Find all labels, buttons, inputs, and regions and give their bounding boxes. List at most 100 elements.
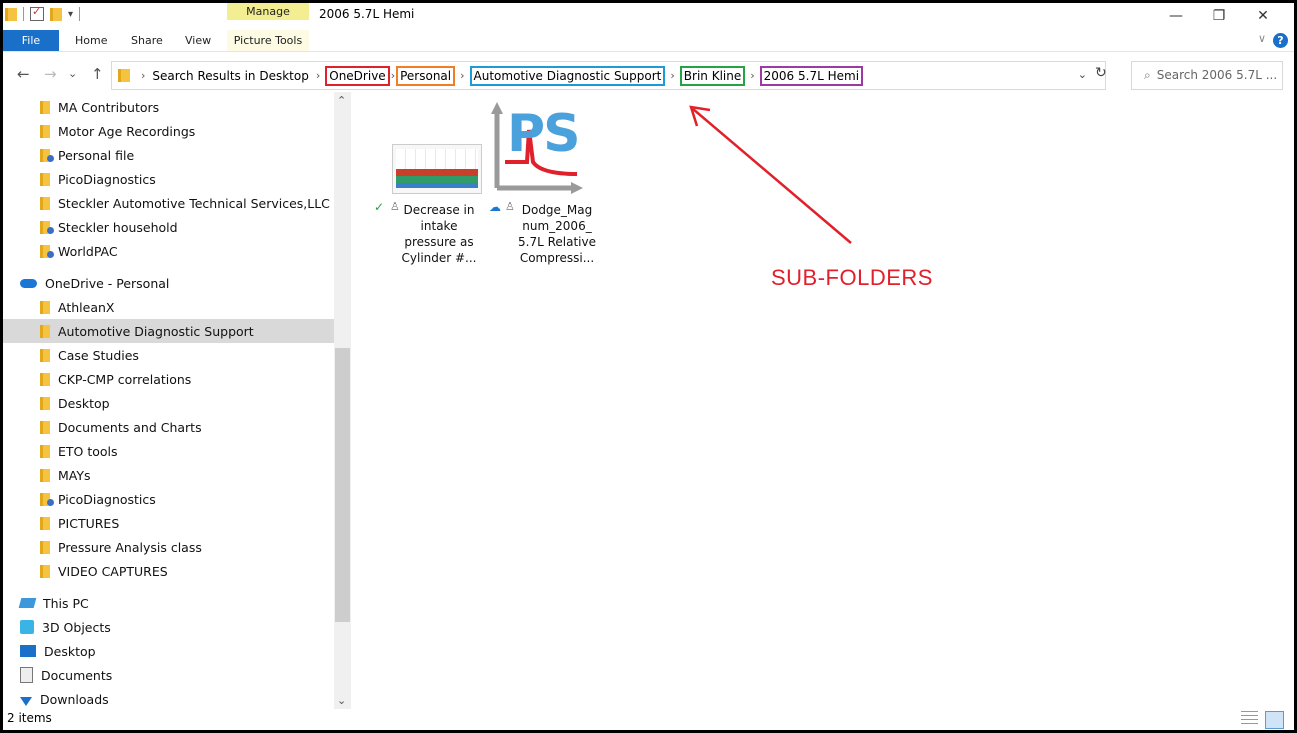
sidebar-item-steckler-household[interactable]: Steckler household — [3, 215, 334, 239]
3d-objects-icon — [20, 620, 34, 634]
breadcrumb-automotive-diagnostic-support[interactable]: Automotive Diagnostic Support — [469, 65, 666, 86]
divider — [23, 7, 24, 21]
sidebar-item-picodiagnostics[interactable]: PicoDiagnostics — [3, 487, 334, 511]
shared-folder-icon — [40, 492, 54, 506]
shared-folder-icon — [40, 220, 54, 234]
tab-home[interactable]: Home — [75, 30, 107, 51]
sidebar-item-ckp-cmp-correlations[interactable]: CKP-CMP correlations — [3, 367, 334, 391]
sidebar-item-documents-and-charts[interactable]: Documents and Charts — [3, 415, 334, 439]
sidebar-item-worldpac[interactable]: WorldPAC — [3, 239, 334, 263]
breadcrumb-brin-kline[interactable]: Brin Kline — [679, 65, 746, 86]
scroll-thumb[interactable] — [335, 348, 350, 622]
scroll-down-icon[interactable]: ⌄ — [337, 694, 346, 707]
breadcrumb-personal[interactable]: Personal — [396, 65, 456, 86]
sidebar-item-downloads[interactable]: Downloads — [3, 687, 334, 709]
properties-checkmark-icon[interactable] — [30, 5, 44, 21]
shared-folder-icon — [40, 148, 54, 162]
sidebar-item-pressure-analysis-class[interactable]: Pressure Analysis class — [3, 535, 334, 559]
nav-scrollbar[interactable]: ⌃ ⌄ — [334, 92, 351, 709]
close-button[interactable]: ✕ — [1243, 5, 1283, 27]
breadcrumb-separator[interactable]: › — [316, 69, 320, 82]
sidebar-item-video-captures[interactable]: VIDEO CAPTURES — [3, 559, 334, 583]
explorer-window: ▾ Manage 2006 5.7L Hemi — ❐ ✕ File Home … — [3, 3, 1294, 730]
back-arrow-icon[interactable]: ← — [17, 65, 30, 83]
sidebar-item-onedrive-personal[interactable]: OneDrive - Personal — [3, 271, 334, 295]
address-dropdown-icon[interactable]: ⌄ — [1078, 68, 1087, 81]
sidebar-item-documents[interactable]: Documents — [3, 663, 334, 687]
sidebar-item-mays[interactable]: MAYs — [3, 463, 334, 487]
folder-icon — [40, 444, 50, 458]
up-arrow-icon[interactable]: ↑ — [91, 65, 104, 83]
file-name: Decrease in intake pressure as Cylinder … — [401, 203, 477, 265]
scroll-up-icon[interactable]: ⌃ — [337, 94, 346, 107]
cloud-status-icon: ☁ — [489, 200, 501, 214]
address-bar[interactable]: › Search Results in Desktop › OneDrive ›… — [111, 61, 1106, 90]
sidebar-item-pictures[interactable]: PICTURES — [3, 511, 334, 535]
sidebar-item-motor-age-recordings[interactable]: Motor Age Recordings — [3, 119, 334, 143]
maximize-button[interactable]: ❐ — [1199, 5, 1239, 27]
sidebar-item-label: OneDrive - Personal — [45, 275, 170, 291]
file-name: Dodge_Mag num_2006_ 5.7L Relative Compre… — [518, 203, 596, 265]
sidebar-item-label: Desktop — [58, 395, 110, 411]
sidebar-item-athleanx[interactable]: AthleanX — [3, 295, 334, 319]
sidebar-item-eto-tools[interactable]: ETO tools — [3, 439, 334, 463]
recent-locations-icon[interactable]: ⌄ — [68, 67, 77, 80]
ribbon-tab-row: File Home Share View Picture Tools ∨ ? — [3, 30, 1294, 52]
sidebar-item-label: MA Contributors — [58, 99, 160, 115]
sidebar-item-this-pc[interactable]: This PC — [3, 591, 334, 615]
search-icon: ⌕ — [1144, 68, 1151, 82]
tab-file[interactable]: File — [3, 30, 59, 51]
breadcrumb-separator[interactable]: › — [391, 69, 395, 82]
sidebar-item-3d-objects[interactable]: 3D Objects — [3, 615, 334, 639]
sidebar-item-personal-file[interactable]: Personal file — [3, 143, 334, 167]
search-input[interactable]: ⌕ Search 2006 5.7L ... — [1131, 61, 1283, 90]
details-view-icon[interactable] — [1241, 711, 1258, 727]
forward-arrow-icon[interactable]: → — [44, 65, 57, 83]
breadcrumb-separator[interactable]: › — [460, 69, 464, 82]
sidebar-item-label: Steckler Automotive Technical Services,L… — [58, 195, 330, 211]
new-folder-icon[interactable] — [50, 7, 62, 21]
tab-share[interactable]: Share — [131, 30, 163, 51]
folder-icon — [40, 100, 50, 114]
breadcrumb-onedrive[interactable]: OneDrive — [325, 65, 390, 86]
folder-icon — [40, 172, 50, 186]
documents-icon — [20, 667, 33, 683]
sidebar-item-ma-contributors[interactable]: MA Contributors — [3, 95, 334, 119]
sidebar-item-label: 3D Objects — [42, 619, 111, 635]
item-count: 2 items — [7, 711, 52, 725]
sidebar-item-label: WorldPAC — [58, 243, 118, 259]
sidebar-item-picodiagnostics[interactable]: PicoDiagnostics — [3, 167, 334, 191]
breadcrumb-separator[interactable]: › — [750, 69, 754, 82]
sub-folders-annotation: SUB-FOLDERS — [771, 265, 933, 290]
folder-icon — [40, 540, 50, 554]
folder-icon — [40, 468, 50, 482]
sidebar-item-label: PicoDiagnostics — [58, 171, 156, 187]
breadcrumb-2006-hemi[interactable]: 2006 5.7L Hemi — [759, 65, 864, 86]
breadcrumb-separator[interactable]: › — [670, 69, 674, 82]
breadcrumb-search-results[interactable]: Search Results in Desktop — [150, 68, 310, 84]
folder-icon — [40, 564, 50, 578]
sidebar-item-desktop[interactable]: Desktop — [3, 639, 334, 663]
tab-view[interactable]: View — [185, 30, 211, 51]
minimize-button[interactable]: — — [1156, 5, 1196, 27]
customize-toolbar-arrow-icon[interactable]: ▾ — [68, 9, 73, 20]
file-item[interactable]: ✓ ♙ Decrease in intake pressure as Cylin… — [367, 92, 482, 272]
large-icons-view-icon[interactable] — [1265, 711, 1284, 729]
sidebar-item-steckler-automotive-technical-services-llc[interactable]: Steckler Automotive Technical Services,L… — [3, 191, 334, 215]
expand-ribbon-chevron-icon[interactable]: ∨ — [1258, 32, 1266, 45]
help-icon[interactable]: ? — [1273, 33, 1288, 48]
file-item[interactable]: PS ☁ ♙ Dodge_Mag num_2006_ 5.7L Relative… — [481, 92, 596, 272]
manage-context-tab[interactable]: Manage — [227, 3, 309, 20]
sidebar-item-label: AthleanX — [58, 299, 115, 315]
sidebar-item-automotive-diagnostic-support[interactable]: Automotive Diagnostic Support — [3, 319, 334, 343]
sidebar-item-label: Desktop — [44, 643, 96, 659]
sidebar-item-case-studies[interactable]: Case Studies — [3, 343, 334, 367]
folder-icon — [40, 300, 50, 314]
tab-picture-tools[interactable]: Picture Tools — [227, 30, 309, 51]
sidebar-item-label: CKP-CMP correlations — [58, 371, 192, 387]
folder-icon — [40, 324, 50, 338]
refresh-icon[interactable]: ↻ — [1095, 65, 1107, 81]
breadcrumb: › Search Results in Desktop › OneDrive ›… — [118, 62, 864, 89]
sidebar-item-desktop[interactable]: Desktop — [3, 391, 334, 415]
breadcrumb-separator[interactable]: › — [141, 69, 145, 82]
